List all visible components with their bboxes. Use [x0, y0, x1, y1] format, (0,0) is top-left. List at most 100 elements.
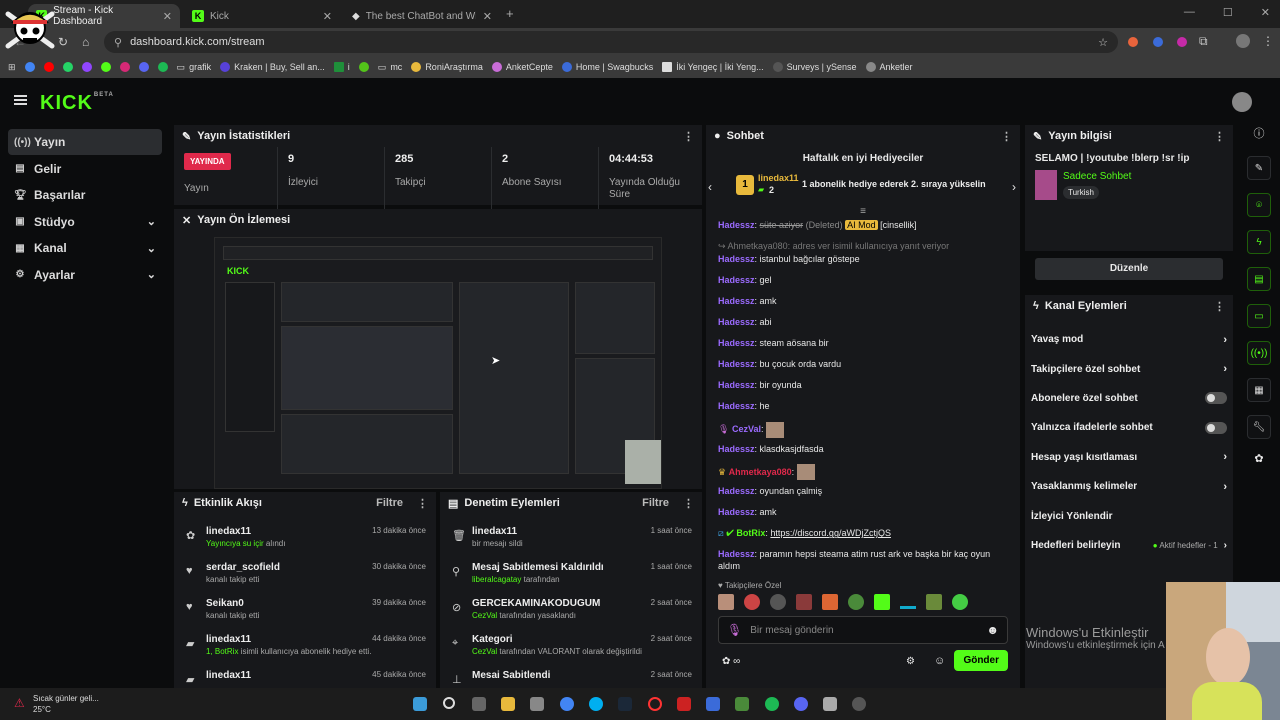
- emoji-icon[interactable]: ☻: [986, 623, 999, 637]
- app-icon[interactable]: [823, 697, 837, 711]
- wrench-tool-button[interactable]: 🔧︎: [1247, 415, 1271, 439]
- more-icon[interactable]: ⋮: [417, 497, 428, 510]
- sidebar-item-gelir[interactable]: ▤ Gelir: [8, 156, 162, 182]
- weather-icon[interactable]: ⚠: [14, 696, 25, 710]
- action-emotes-only[interactable]: Yalnızca ifadelerle sohbet: [1025, 413, 1233, 442]
- twitch-icon[interactable]: [81, 62, 92, 72]
- windows-start-icon[interactable]: [413, 697, 427, 711]
- tab-chatbot[interactable]: ◆ The best ChatBot and Widgets ✕: [344, 4, 500, 28]
- maximize-icon[interactable]: ☐: [1223, 6, 1233, 19]
- emote[interactable]: [952, 594, 968, 610]
- emote[interactable]: [848, 594, 864, 610]
- action-raid[interactable]: İzleyici Yönlendir: [1025, 501, 1233, 530]
- bookmark-item[interactable]: AnketCepte: [491, 62, 553, 72]
- more-icon[interactable]: ⋮: [683, 497, 694, 510]
- action-subscribers-only[interactable]: Abonelere özel sohbet: [1025, 384, 1233, 413]
- info-icon[interactable]: ⓘ: [1242, 125, 1276, 141]
- new-tab-button[interactable]: +: [506, 6, 514, 21]
- bookmark-icon[interactable]: [138, 62, 149, 72]
- kick-logo[interactable]: KICKBETA: [40, 92, 114, 115]
- chevron-right-icon[interactable]: ›: [1012, 180, 1016, 194]
- emote[interactable]: [744, 594, 760, 610]
- spotify-icon[interactable]: [765, 697, 779, 711]
- bookmark-item[interactable]: İki Yengeç | İki Yeng...: [662, 62, 764, 72]
- star-icon[interactable]: ☆: [1098, 36, 1108, 49]
- sidebar-item-studyo[interactable]: ▣ Stüdyo ⌄: [8, 209, 162, 235]
- extension-icon-3[interactable]: [1177, 36, 1187, 50]
- bookmark-item[interactable]: ▭ grafik: [177, 62, 212, 73]
- edit-tool-button[interactable]: ✎: [1247, 156, 1271, 180]
- chat-input[interactable]: 🎙︎ Bir mesaj gönderin ☻: [718, 616, 1008, 644]
- lightning-tool-button[interactable]: ϟ: [1247, 230, 1271, 254]
- menu-kebab-icon[interactable]: ⋮: [1262, 34, 1274, 48]
- emote[interactable]: [718, 594, 734, 610]
- edit-button[interactable]: Düzenle: [1035, 258, 1223, 280]
- minimize-icon[interactable]: —: [1184, 6, 1195, 19]
- sidebar-item-basarilar[interactable]: 🏆︎ Başarılar: [8, 182, 162, 208]
- category-name[interactable]: Sadece Sohbet: [1063, 171, 1131, 182]
- home-icon[interactable]: ⌂: [82, 35, 89, 49]
- toggle-switch[interactable]: [1205, 421, 1227, 434]
- app-icon[interactable]: [735, 697, 749, 711]
- gear-icon[interactable]: ⚙: [906, 656, 915, 667]
- skype-icon[interactable]: [589, 697, 603, 711]
- site-info-icon[interactable]: ⚲: [114, 36, 122, 49]
- bookmark-item[interactable]: ▭ mc: [378, 62, 403, 73]
- bookmark-item[interactable]: RoniAraştırma: [411, 62, 483, 72]
- action-banned-words[interactable]: Yasaklanmış kelimeler ›: [1025, 472, 1233, 501]
- action-goals[interactable]: Hedefleri belirleyin ● Aktif hedefler - 1…: [1025, 531, 1233, 560]
- tab-kick[interactable]: K Kick ✕: [184, 4, 340, 28]
- emote[interactable]: [900, 606, 916, 609]
- close-icon[interactable]: ✕: [323, 10, 332, 23]
- send-button[interactable]: Gönder: [954, 650, 1008, 671]
- steam-icon[interactable]: [618, 697, 632, 711]
- toggle-switch[interactable]: [1205, 392, 1227, 405]
- emote[interactable]: [770, 594, 786, 610]
- extension-icon-2[interactable]: [1153, 36, 1163, 50]
- reload-icon[interactable]: ↻: [58, 35, 68, 49]
- app-icon[interactable]: [852, 697, 866, 711]
- close-icon[interactable]: ✕: [163, 10, 172, 23]
- bookmark-item[interactable]: i: [333, 62, 350, 72]
- layout-tool-button[interactable]: ▦: [1247, 378, 1271, 402]
- stream-preview-video[interactable]: KICK ➤: [214, 237, 662, 489]
- filter-button[interactable]: Filtre: [376, 497, 403, 509]
- bookmark-item[interactable]: Anketler: [865, 62, 913, 72]
- hamburger-menu-icon[interactable]: [14, 95, 27, 105]
- bookmark-icon[interactable]: [157, 62, 168, 72]
- chat-tool-button[interactable]: ▭: [1247, 304, 1271, 328]
- more-icon[interactable]: ⋮: [683, 130, 694, 143]
- bookmark-item[interactable]: Kraken | Buy, Sell an...: [220, 62, 325, 72]
- more-icon[interactable]: ⋮: [1001, 130, 1012, 143]
- close-icon[interactable]: ✕: [483, 10, 492, 23]
- more-icon[interactable]: ⋮: [1214, 130, 1225, 143]
- bookmark-item[interactable]: Home | Swagbucks: [561, 62, 653, 72]
- weather-widget[interactable]: Sıcak günler geli... 25°C: [33, 693, 99, 715]
- emote[interactable]: [926, 594, 942, 610]
- action-account-age[interactable]: Hesap yaşı kısıtlaması ›: [1025, 443, 1233, 472]
- mod-icon[interactable]: ☺: [934, 655, 945, 667]
- app-icon[interactable]: [706, 697, 720, 711]
- more-icon[interactable]: ⋮: [1214, 300, 1225, 313]
- store-icon[interactable]: [530, 697, 544, 711]
- search-icon[interactable]: [443, 697, 455, 709]
- filter-button[interactable]: Filtre: [642, 497, 669, 509]
- emote[interactable]: [796, 594, 812, 610]
- points-icon[interactable]: ✿: [1242, 452, 1276, 465]
- app-icon[interactable]: [677, 697, 691, 711]
- explorer-icon[interactable]: [501, 697, 515, 711]
- user-avatar[interactable]: [1232, 92, 1252, 112]
- broadcast-tool-button[interactable]: ((•)): [1247, 341, 1271, 365]
- extension-icon-1[interactable]: [1128, 36, 1138, 47]
- kick-icon[interactable]: [100, 62, 111, 72]
- camera-tool-button[interactable]: ⌾: [1247, 193, 1271, 217]
- google-icon[interactable]: [24, 62, 35, 72]
- action-followers-only[interactable]: Takipçilere özel sohbet ›: [1025, 354, 1233, 383]
- sidebar-item-kanal[interactable]: ▦ Kanal ⌄: [8, 235, 162, 261]
- apps-grid-icon[interactable]: ⊞: [8, 62, 16, 73]
- document-tool-button[interactable]: ▤: [1247, 267, 1271, 291]
- youtube-icon[interactable]: [43, 62, 54, 72]
- whatsapp-icon[interactable]: [62, 62, 73, 72]
- profile-avatar[interactable]: [1236, 34, 1250, 51]
- sidebar-item-ayarlar[interactable]: ⚙ Ayarlar ⌄: [8, 262, 162, 288]
